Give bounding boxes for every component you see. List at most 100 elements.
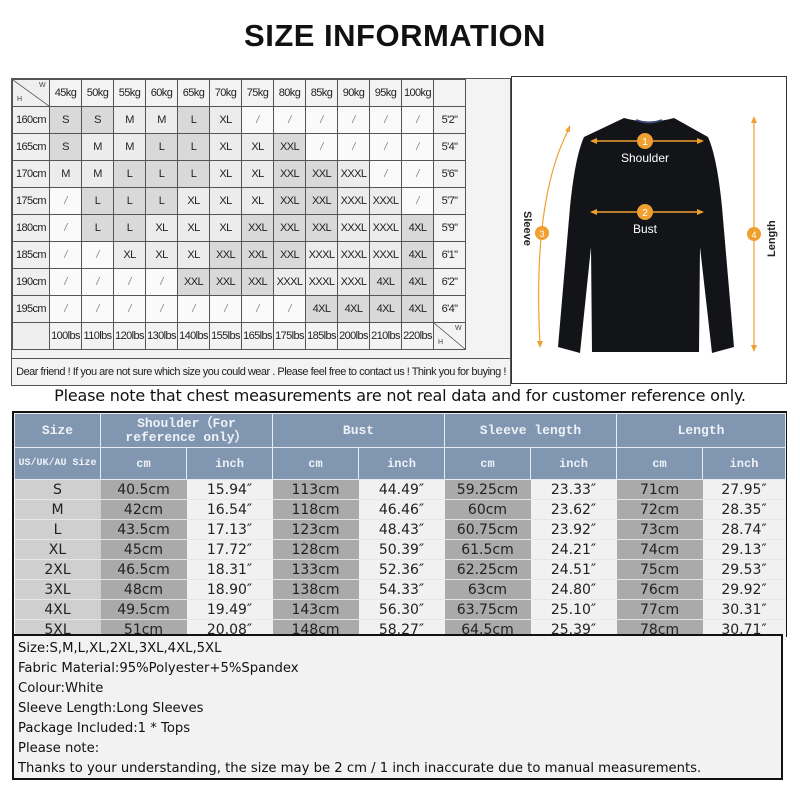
garment-measurement-diagram: 1 Shoulder 2 Bust 3 Sleeve 4 Length bbox=[511, 76, 787, 384]
size-recommendation-cell: XXXL bbox=[273, 268, 306, 296]
size-recommendation-cell: L bbox=[113, 187, 146, 215]
height-cm-label: 180cm bbox=[12, 214, 50, 242]
size-recommendation-cell: / bbox=[81, 241, 114, 269]
size-recommendation-cell: / bbox=[49, 214, 82, 242]
height-cm-label: 160cm bbox=[12, 106, 50, 134]
size-cell: 4XL bbox=[14, 599, 101, 620]
collar-tag bbox=[635, 119, 663, 124]
size-recommendation-cell: / bbox=[145, 295, 178, 323]
grid-row: 185cm / / XL XL XL XXL XXL XXL XXXL XXXL XXXL 4XL 6'1… bbox=[12, 241, 466, 269]
marker-3-num: 3 bbox=[539, 229, 544, 239]
bust-cm-cell: 128cm bbox=[272, 539, 359, 560]
sleeve-inch-cell: 23.62″ bbox=[530, 499, 617, 520]
size-recommendation-cell: L bbox=[177, 160, 210, 188]
height-ft-label: 6'2" bbox=[433, 268, 466, 296]
length-arrow-top bbox=[751, 116, 757, 123]
height-ft-label: 6'1" bbox=[433, 241, 466, 269]
size-recommendation-cell: XXXL bbox=[337, 268, 370, 296]
shoulder-inch-cell: 15.94″ bbox=[186, 479, 273, 500]
weight-kg-header: 50kg bbox=[81, 79, 114, 107]
size-recommendation-cell: / bbox=[209, 295, 242, 323]
size-cell: M bbox=[14, 499, 101, 520]
bust-cm-cell: 138cm bbox=[272, 579, 359, 600]
size-recommendation-cell: XL bbox=[209, 133, 242, 161]
size-cell: 2XL bbox=[14, 559, 101, 580]
bust-cm-cell: 113cm bbox=[272, 479, 359, 500]
size-recommendation-cell: / bbox=[369, 160, 402, 188]
size-recommendation-cell: L bbox=[81, 214, 114, 242]
header-size: Size bbox=[14, 413, 101, 448]
size-recommendation-cell: / bbox=[241, 295, 274, 323]
height-cm-label: 185cm bbox=[12, 241, 50, 269]
marker-1-num: 1 bbox=[642, 137, 648, 148]
size-recommendation-cell: XXXL bbox=[337, 241, 370, 269]
header-shoulder: Shoulder（For reference only） bbox=[100, 413, 273, 448]
size-recommendation-cell: / bbox=[241, 106, 274, 134]
size-recommendation-cell: 4XL bbox=[305, 295, 338, 323]
size-recommendation-cell: S bbox=[49, 106, 82, 134]
grid-lbs-row: 100lbs 110lbs 120lbs 130lbs 140lbs 155lbs 165l… bbox=[12, 322, 466, 350]
info-package: Package Included:1 * Tops bbox=[18, 721, 191, 736]
height-cm-label: 165cm bbox=[12, 133, 50, 161]
weight-lbs-header: 185lbs bbox=[305, 322, 338, 350]
length-cm-cell: 74cm bbox=[616, 539, 703, 560]
corner-h-label: H bbox=[17, 96, 22, 103]
page-title: SIZE INFORMATION bbox=[244, 18, 546, 53]
length-inch-cell: 29.53″ bbox=[702, 559, 786, 580]
measurement-table-container: Size Shoulder（For reference only） Bust S… bbox=[12, 411, 787, 640]
sleeve-cm-cell: 59.25cm bbox=[444, 479, 531, 500]
measurement-row: 4XL 49.5cm 19.49″ 143cm 56.30″ 63.75cm 25.10″ 7… bbox=[14, 599, 786, 620]
shoulder-label: Shoulder bbox=[621, 151, 669, 165]
shoulder-inch-cell: 16.54″ bbox=[186, 499, 273, 520]
length-inch-cell: 28.74″ bbox=[702, 519, 786, 540]
header-bust: Bust bbox=[272, 413, 445, 448]
weight-lbs-header: 140lbs bbox=[177, 322, 210, 350]
size-recommendation-cell: / bbox=[49, 295, 82, 323]
size-recommendation-cell: XL bbox=[113, 241, 146, 269]
size-recommendation-cell: XL bbox=[241, 187, 274, 215]
length-cm-cell: 71cm bbox=[616, 479, 703, 500]
size-recommendation-cell: XL bbox=[145, 241, 178, 269]
shoulder-cm-cell: 43.5cm bbox=[100, 519, 187, 540]
header-length-inch: inch bbox=[702, 447, 787, 480]
measurement-row: L 43.5cm 17.13″ 123cm 48.43″ 60.75cm 23.92″ 73c… bbox=[14, 519, 786, 540]
size-recommendation-cell: M bbox=[113, 133, 146, 161]
size-recommendation-cell: / bbox=[273, 106, 306, 134]
marker-4-num: 4 bbox=[751, 230, 756, 240]
size-recommendation-cell: XXL bbox=[273, 133, 306, 161]
shoulder-cm-cell: 45cm bbox=[100, 539, 187, 560]
size-recommendation-cell: L bbox=[177, 106, 210, 134]
header-sleeve-inch: inch bbox=[529, 447, 618, 480]
sleeve-cm-cell: 60.75cm bbox=[444, 519, 531, 540]
size-recommendation-cell: / bbox=[81, 268, 114, 296]
info-fabric: Fabric Material:95%Polyester+5%Spandex bbox=[18, 661, 299, 676]
info-accuracy-note: Thanks to your understanding, the size m… bbox=[18, 761, 702, 776]
size-recommendation-cell: XXL bbox=[273, 160, 306, 188]
size-recommendation-cell: 4XL bbox=[337, 295, 370, 323]
height-cm-label: 175cm bbox=[12, 187, 50, 215]
size-recommendation-cell: L bbox=[113, 214, 146, 242]
chest-measurement-disclaimer: Please note that chest measurements are … bbox=[54, 386, 746, 405]
grid-footer-note: Dear friend ! If you are not sure which … bbox=[12, 358, 510, 385]
size-recommendation-cell: / bbox=[49, 268, 82, 296]
bust-cm-cell: 123cm bbox=[272, 519, 359, 540]
height-ft-label: 5'4" bbox=[433, 133, 466, 161]
weight-lbs-header: 100lbs bbox=[49, 322, 82, 350]
size-recommendation-cell: XXL bbox=[209, 268, 242, 296]
size-recommendation-cell: 4XL bbox=[401, 214, 434, 242]
length-inch-cell: 29.92″ bbox=[702, 579, 786, 600]
length-label: Length bbox=[766, 220, 778, 257]
size-recommendation-cell: M bbox=[49, 160, 82, 188]
shoulder-inch-cell: 17.13″ bbox=[186, 519, 273, 540]
header-length-cm: cm bbox=[616, 447, 704, 480]
size-recommendation-cell: / bbox=[305, 133, 338, 161]
sleeve-inch-cell: 24.51″ bbox=[530, 559, 617, 580]
size-recommendation-cell: XXXL bbox=[337, 160, 370, 188]
length-arrow-bottom bbox=[751, 345, 757, 352]
size-recommendation-cell: / bbox=[145, 268, 178, 296]
shoulder-inch-cell: 17.72″ bbox=[186, 539, 273, 560]
size-recommendation-cell: XXXL bbox=[305, 241, 338, 269]
size-recommendation-cell: / bbox=[49, 241, 82, 269]
size-cell: 3XL bbox=[14, 579, 101, 600]
size-recommendation-grid: H W 45kg 50kg 55kg 60kg 65kg 70kg 75kg 80kg 85kg 90… bbox=[11, 78, 511, 386]
